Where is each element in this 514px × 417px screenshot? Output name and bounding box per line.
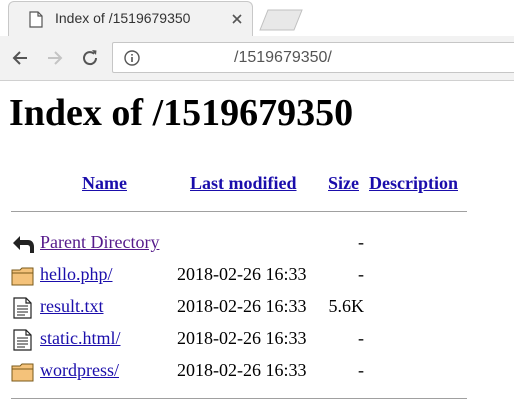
tab-title: Index of /1519679350 xyxy=(55,10,191,26)
list-item: result.txt 2018-02-26 16:33 5.6K xyxy=(0,294,514,320)
page-content: Index of /1519679350 Name Last modified … xyxy=(0,81,514,417)
page-title: Index of /1519679350 xyxy=(9,92,354,134)
list-item: static.html/ 2018-02-26 16:33 - xyxy=(0,326,514,352)
browser-toolbar: /1519679350/ xyxy=(0,36,514,81)
column-header-name[interactable]: Name xyxy=(82,173,127,194)
file-size: - xyxy=(358,360,364,380)
page-icon xyxy=(29,11,43,33)
last-modified: 2018-02-26 16:33 xyxy=(177,328,307,348)
forward-button[interactable] xyxy=(44,47,66,69)
tab-strip: Index of /1519679350 xyxy=(0,0,514,36)
list-item: hello.php/ 2018-02-26 16:33 - xyxy=(0,262,514,288)
folder-icon xyxy=(11,265,35,287)
address-bar[interactable]: /1519679350/ xyxy=(112,42,514,73)
entry-link[interactable]: static.html/ xyxy=(40,328,121,349)
divider xyxy=(11,211,467,212)
reload-button[interactable] xyxy=(79,47,101,69)
file-size: 5.6K xyxy=(328,296,365,316)
text-file-icon xyxy=(11,329,35,351)
divider xyxy=(11,398,467,399)
back-arrow-icon xyxy=(11,233,35,255)
info-icon[interactable] xyxy=(124,50,140,71)
close-icon[interactable] xyxy=(229,11,245,27)
list-item: wordpress/ 2018-02-26 16:33 - xyxy=(0,358,514,384)
last-modified: 2018-02-26 16:33 xyxy=(177,264,307,284)
list-item: Parent Directory - xyxy=(0,230,514,256)
parent-directory-link[interactable]: Parent Directory xyxy=(40,232,159,253)
folder-icon xyxy=(11,361,35,383)
column-header-last-modified[interactable]: Last modified xyxy=(190,173,297,194)
entry-link[interactable]: result.txt xyxy=(40,296,104,317)
file-size: - xyxy=(358,232,364,252)
last-modified: 2018-02-26 16:33 xyxy=(177,360,307,380)
back-button[interactable] xyxy=(9,47,31,69)
file-size: - xyxy=(358,328,364,348)
last-modified: 2018-02-26 16:33 xyxy=(177,296,307,316)
column-header-description[interactable]: Description xyxy=(369,173,458,194)
browser-tab[interactable]: Index of /1519679350 xyxy=(8,1,253,36)
column-header-size[interactable]: Size xyxy=(328,173,359,194)
entry-link[interactable]: hello.php/ xyxy=(40,264,113,285)
file-size: - xyxy=(358,264,364,284)
entry-link[interactable]: wordpress/ xyxy=(40,360,119,381)
url-text[interactable]: /1519679350/ xyxy=(234,49,332,67)
new-tab-button[interactable] xyxy=(258,8,304,32)
text-file-icon xyxy=(11,297,35,319)
